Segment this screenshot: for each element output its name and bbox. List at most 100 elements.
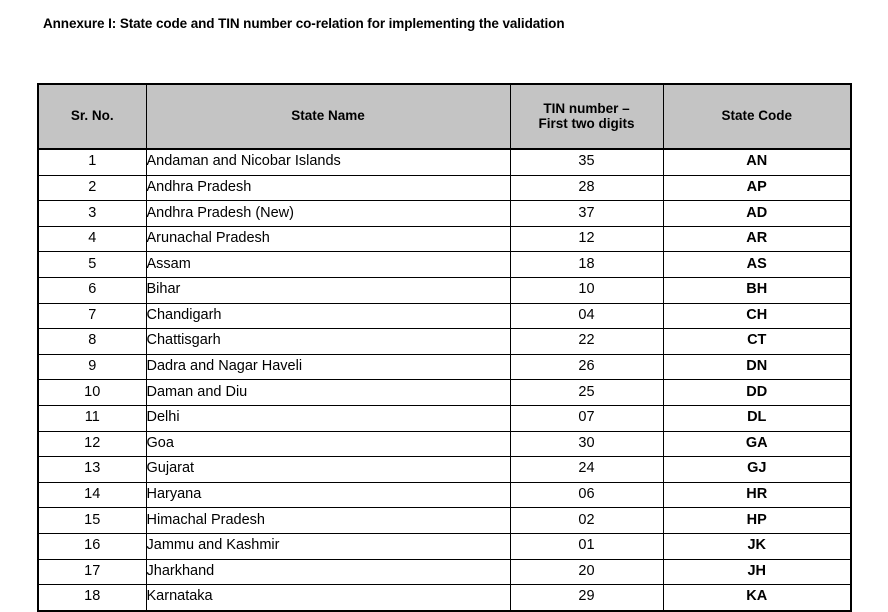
cell-state-name: Andhra Pradesh (New): [145, 200, 511, 227]
table-row: 16 Jammu and Kashmir 01 JK: [37, 532, 852, 560]
cell-state-name: Andaman and Nicobar Islands: [145, 148, 511, 176]
cell-sr-no: 17: [37, 558, 147, 586]
cell-sr-no: 7: [37, 302, 147, 330]
cell-state-code: CH: [662, 302, 852, 330]
cell-state-name: Assam: [145, 251, 511, 278]
cell-sr-no: 1: [37, 148, 147, 176]
cell-state-code: GA: [662, 430, 852, 458]
cell-state-code: KA: [662, 584, 852, 612]
cell-sr-no: 4: [37, 225, 147, 253]
cell-tin-number: 12: [509, 225, 664, 253]
cell-state-name: Gujarat: [145, 456, 511, 483]
cell-tin-number: 37: [509, 200, 664, 227]
cell-state-code: AN: [662, 148, 852, 176]
cell-state-code: JH: [662, 558, 852, 586]
cell-sr-no: 16: [37, 532, 147, 560]
cell-sr-no: 8: [37, 328, 147, 355]
cell-tin-number: 20: [509, 558, 664, 586]
cell-state-code: CT: [662, 328, 852, 355]
table-row: 17 Jharkhand 20 JH: [37, 558, 852, 586]
column-header-state-name: State Name: [145, 83, 511, 150]
state-code-tin-table: Sr. No. State Name TIN number – First tw…: [37, 83, 852, 612]
cell-state-name: Jharkhand: [145, 558, 511, 586]
cell-sr-no: 10: [37, 379, 147, 406]
table-row: 4 Arunachal Pradesh 12 AR: [37, 225, 852, 253]
cell-tin-number: 35: [509, 148, 664, 176]
cell-state-name: Chattisgarh: [145, 328, 511, 355]
cell-sr-no: 3: [37, 200, 147, 227]
cell-state-code: DD: [662, 379, 852, 406]
cell-state-code: HP: [662, 507, 852, 534]
cell-tin-number: 01: [509, 532, 664, 560]
annexure-table-container: Sr. No. State Name TIN number – First tw…: [37, 83, 852, 612]
cell-state-name: Karnataka: [145, 584, 511, 612]
cell-state-name: Haryana: [145, 481, 511, 509]
table-row: 2 Andhra Pradesh 28 AP: [37, 174, 852, 202]
table-row: 14 Haryana 06 HR: [37, 481, 852, 509]
cell-sr-no: 15: [37, 507, 147, 534]
cell-state-name: Bihar: [145, 276, 511, 304]
cell-tin-number: 18: [509, 251, 664, 278]
table-row: 15 Himachal Pradesh 02 HP: [37, 507, 852, 534]
cell-tin-number: 22: [509, 328, 664, 355]
cell-sr-no: 12: [37, 430, 147, 458]
cell-sr-no: 13: [37, 456, 147, 483]
column-header-tin-number: TIN number – First two digits: [509, 83, 664, 150]
cell-state-name: Goa: [145, 430, 511, 458]
cell-state-name: Dadra and Nagar Haveli: [145, 353, 511, 381]
table-row: 18 Karnataka 29 KA: [37, 584, 852, 612]
cell-sr-no: 5: [37, 251, 147, 278]
table-row: 6 Bihar 10 BH: [37, 276, 852, 304]
cell-state-code: HR: [662, 481, 852, 509]
cell-sr-no: 2: [37, 174, 147, 202]
cell-tin-number: 30: [509, 430, 664, 458]
table-row: 13 Gujarat 24 GJ: [37, 456, 852, 483]
cell-tin-number: 25: [509, 379, 664, 406]
table-header-row: Sr. No. State Name TIN number – First tw…: [37, 83, 852, 150]
cell-state-code: AD: [662, 200, 852, 227]
cell-sr-no: 11: [37, 404, 147, 432]
cell-tin-number: 10: [509, 276, 664, 304]
cell-tin-number: 28: [509, 174, 664, 202]
cell-state-name: Delhi: [145, 404, 511, 432]
cell-state-code: AS: [662, 251, 852, 278]
table-row: 10 Daman and Diu 25 DD: [37, 379, 852, 406]
cell-tin-number: 02: [509, 507, 664, 534]
table-row: 7 Chandigarh 04 CH: [37, 302, 852, 330]
table-body: 1 Andaman and Nicobar Islands 35 AN 2 Andhra …: [37, 148, 852, 612]
cell-state-code: DL: [662, 404, 852, 432]
cell-sr-no: 9: [37, 353, 147, 381]
cell-state-name: Andhra Pradesh: [145, 174, 511, 202]
column-header-tin-number-line1: TIN number –: [543, 100, 630, 116]
cell-sr-no: 14: [37, 481, 147, 509]
table-row: 1 Andaman and Nicobar Islands 35 AN: [37, 148, 852, 176]
cell-tin-number: 07: [509, 404, 664, 432]
cell-state-name: Arunachal Pradesh: [145, 225, 511, 253]
cell-tin-number: 24: [509, 456, 664, 483]
cell-tin-number: 04: [509, 302, 664, 330]
column-header-tin-number-line2: First two digits: [538, 115, 635, 131]
cell-sr-no: 6: [37, 276, 147, 304]
cell-state-name: Himachal Pradesh: [145, 507, 511, 534]
cell-state-name: Jammu and Kashmir: [145, 532, 511, 560]
table-row: 9 Dadra and Nagar Haveli 26 DN: [37, 353, 852, 381]
cell-state-code: AP: [662, 174, 852, 202]
cell-state-name: Daman and Diu: [145, 379, 511, 406]
cell-state-code: JK: [662, 532, 852, 560]
cell-state-code: AR: [662, 225, 852, 253]
cell-state-code: GJ: [662, 456, 852, 483]
table-row: 5 Assam 18 AS: [37, 251, 852, 278]
cell-state-code: DN: [662, 353, 852, 381]
cell-sr-no: 18: [37, 584, 147, 612]
column-header-sr-no: Sr. No.: [37, 83, 147, 150]
table-row: 8 Chattisgarh 22 CT: [37, 328, 852, 355]
cell-state-name: Chandigarh: [145, 302, 511, 330]
cell-tin-number: 29: [509, 584, 664, 612]
table-row: 12 Goa 30 GA: [37, 430, 852, 458]
cell-tin-number: 26: [509, 353, 664, 381]
table-header: Sr. No. State Name TIN number – First tw…: [37, 83, 852, 150]
table-row: 3 Andhra Pradesh (New) 37 AD: [37, 200, 852, 227]
column-header-state-code: State Code: [662, 83, 852, 150]
table-row: 11 Delhi 07 DL: [37, 404, 852, 432]
cell-tin-number: 06: [509, 481, 664, 509]
